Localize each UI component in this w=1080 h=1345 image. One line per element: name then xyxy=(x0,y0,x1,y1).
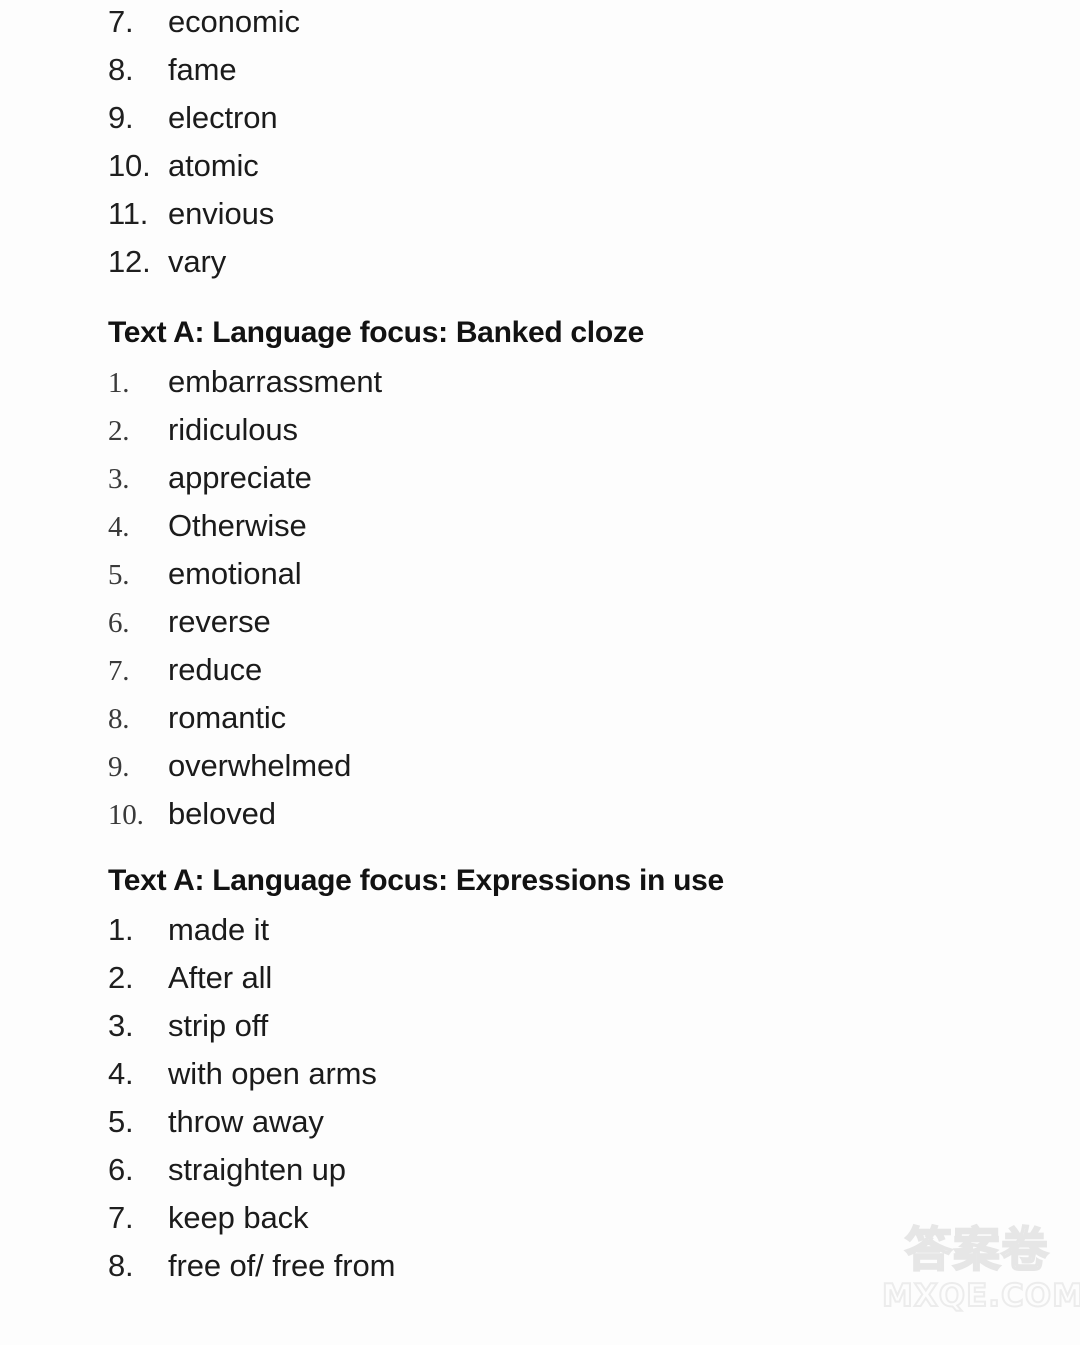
item-answer: overwhelmed xyxy=(168,748,352,783)
item-answer: appreciate xyxy=(168,460,312,495)
item-number: 7. xyxy=(108,655,130,687)
item-answer: electron xyxy=(168,100,278,135)
item-number: 1. xyxy=(108,367,130,399)
item-number: 9. xyxy=(108,100,134,135)
list-item: 3. appreciate xyxy=(0,462,1080,510)
list-item: 6. straighten up xyxy=(0,1154,1080,1202)
item-number: 11. xyxy=(108,196,149,231)
list-item: 6. reverse xyxy=(0,606,1080,654)
item-answer: emotional xyxy=(168,556,302,591)
list-item: 3. strip off xyxy=(0,1010,1080,1058)
item-answer: ridiculous xyxy=(168,412,298,447)
section-heading-expressions-in-use: Text A: Language focus: Expressions in u… xyxy=(108,864,724,897)
item-answer: reduce xyxy=(168,652,263,687)
list-item: 1. made it xyxy=(0,914,1080,962)
list-item: 1. embarrassment xyxy=(0,366,1080,414)
item-number: 8. xyxy=(108,703,130,735)
item-number: 4. xyxy=(108,1056,134,1091)
list-item: 10. atomic xyxy=(0,150,1080,198)
item-number: 7. xyxy=(108,1200,134,1235)
item-number: 12. xyxy=(108,244,151,279)
list-item: 7. keep back xyxy=(0,1202,1080,1250)
item-answer: free of/ free from xyxy=(168,1248,396,1283)
item-answer: reverse xyxy=(168,604,271,639)
list-item: 5. throw away xyxy=(0,1106,1080,1154)
answer-list-vocabulary-continued: 7. economic 8. fame 9. electron 10. atom… xyxy=(0,6,1080,294)
answer-list-expressions-in-use: 1. made it 2. After all 3. strip off 4. … xyxy=(0,914,1080,1298)
list-item: 9. overwhelmed xyxy=(0,750,1080,798)
item-number: 2. xyxy=(108,415,130,447)
item-number: 2. xyxy=(108,960,134,995)
list-item: 4. Otherwise xyxy=(0,510,1080,558)
item-number: 6. xyxy=(108,1152,134,1187)
item-number: 5. xyxy=(108,1104,134,1139)
item-answer: throw away xyxy=(168,1104,324,1139)
item-number: 5. xyxy=(108,559,130,591)
item-answer: economic xyxy=(168,4,300,39)
list-item: 9. electron xyxy=(0,102,1080,150)
item-answer: fame xyxy=(168,52,237,87)
list-item: 7. economic xyxy=(0,6,1080,54)
document-page: 7. economic 8. fame 9. electron 10. atom… xyxy=(0,0,1080,1345)
item-number: 8. xyxy=(108,52,134,87)
list-item: 8. romantic xyxy=(0,702,1080,750)
item-answer: with open arms xyxy=(168,1056,377,1091)
item-answer: keep back xyxy=(168,1200,309,1235)
item-answer: vary xyxy=(168,244,227,279)
item-answer: atomic xyxy=(168,148,259,183)
item-number: 1. xyxy=(108,912,134,947)
item-number: 3. xyxy=(108,463,130,495)
answer-list-banked-cloze: 1. embarrassment 2. ridiculous 3. apprec… xyxy=(0,366,1080,846)
list-item: 5. emotional xyxy=(0,558,1080,606)
item-number: 6. xyxy=(108,607,130,639)
item-answer: After all xyxy=(168,960,273,995)
item-answer: straighten up xyxy=(168,1152,346,1187)
item-answer: strip off xyxy=(168,1008,269,1043)
list-item: 8. free of/ free from xyxy=(0,1250,1080,1298)
item-number: 7. xyxy=(108,4,134,39)
item-number: 9. xyxy=(108,751,130,783)
item-number: 8. xyxy=(108,1248,134,1283)
item-number: 4. xyxy=(108,511,130,543)
list-item: 7. reduce xyxy=(0,654,1080,702)
list-item: 2. ridiculous xyxy=(0,414,1080,462)
item-number: 10. xyxy=(108,148,151,183)
list-item: 11. envious xyxy=(0,198,1080,246)
item-answer: Otherwise xyxy=(168,508,307,543)
section-heading-banked-cloze: Text A: Language focus: Banked cloze xyxy=(108,316,644,349)
list-item: 8. fame xyxy=(0,54,1080,102)
list-item: 12. vary xyxy=(0,246,1080,294)
item-answer: envious xyxy=(168,196,275,231)
item-answer: romantic xyxy=(168,700,287,735)
item-number: 3. xyxy=(108,1008,134,1043)
item-answer: made it xyxy=(168,912,269,947)
item-answer: embarrassment xyxy=(168,364,383,399)
item-answer: beloved xyxy=(168,796,276,831)
item-number: 10. xyxy=(108,799,144,831)
list-item: 2. After all xyxy=(0,962,1080,1010)
list-item: 10. beloved xyxy=(0,798,1080,846)
list-item: 4. with open arms xyxy=(0,1058,1080,1106)
